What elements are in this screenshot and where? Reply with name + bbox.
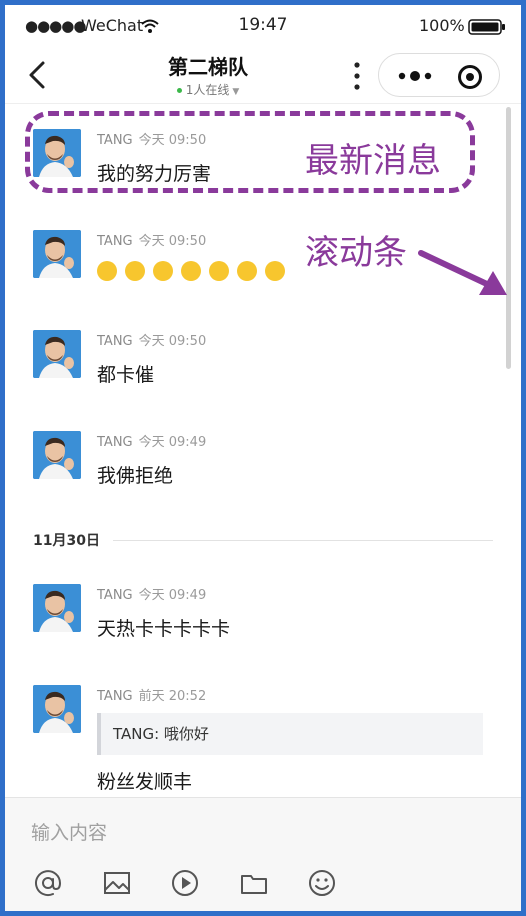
avatar[interactable]	[33, 431, 81, 479]
dropdown-caret-icon: ▼	[232, 87, 240, 97]
sender-name: TANG	[97, 588, 133, 603]
app-frame: ●●●●● WeChat 19:47 100% 第二梯队 1人在线 ▼ TANG…	[0, 0, 526, 916]
message-text: 粉丝发顺丰	[97, 771, 193, 793]
message-meta: TANG 今天 09:49	[97, 584, 206, 603]
online-dot-icon	[176, 88, 182, 93]
avatar[interactable]	[33, 330, 81, 378]
scrollbar-thumb[interactable]	[506, 107, 511, 369]
message-text: 天热卡卡卡卡卡	[97, 618, 231, 640]
sender-name: TANG	[97, 234, 133, 249]
battery-icon	[468, 19, 505, 35]
screaming-emoji-icon	[125, 260, 145, 281]
emoji-row	[97, 260, 293, 281]
message-text: 我佛拒绝	[97, 465, 174, 487]
chat-header: 第二梯队 1人在线 ▼	[5, 45, 521, 103]
battery-percent: 100%	[419, 16, 465, 35]
avatar[interactable]	[33, 685, 81, 733]
avatar[interactable]	[33, 230, 81, 278]
flushed-emoji-icon	[209, 260, 229, 281]
capsule-more-button[interactable]	[397, 66, 433, 86]
message-time: 今天 09:49	[138, 588, 207, 603]
avatar[interactable]	[33, 584, 81, 632]
more-options-button[interactable]	[351, 61, 363, 91]
message-time: 今天 09:49	[138, 435, 207, 450]
crying-emoji-icon	[153, 260, 173, 281]
play-icon[interactable]	[170, 868, 200, 898]
sender-name: TANG	[97, 334, 133, 349]
sender-name: TANG	[97, 435, 133, 450]
date-divider-line	[113, 540, 493, 541]
date-label: 11月30日	[33, 533, 100, 549]
miniprogram-capsule	[378, 53, 500, 97]
avatar-face-icon	[33, 685, 81, 733]
annotation-arrow-icon	[418, 250, 507, 295]
grinning-emoji-icon	[265, 260, 285, 281]
status-bar: ●●●●● WeChat 19:47 100%	[5, 5, 521, 45]
message-time: 今天 09:50	[138, 234, 207, 249]
message-meta: TANG 今天 09:50	[97, 330, 206, 349]
message-meta: TANG 今天 09:50	[97, 230, 206, 249]
quoted-message[interactable]: TANG: 哦你好	[97, 713, 483, 755]
capsule-close-button[interactable]	[457, 64, 483, 90]
folder-icon[interactable]	[239, 868, 269, 898]
emoji-icon[interactable]	[307, 868, 337, 898]
avatar-face-icon	[33, 230, 81, 278]
kiss-emoji-icon	[181, 260, 201, 281]
online-count: 1人在线	[185, 83, 230, 97]
date-divider: 11月30日	[5, 524, 521, 554]
message-time: 今天 09:50	[138, 334, 207, 349]
sender-name: TANG	[97, 689, 133, 704]
message-input[interactable]	[31, 818, 491, 848]
message-text: 都卡催	[97, 364, 155, 386]
avatar-face-icon	[33, 584, 81, 632]
laughing-tears-emoji-icon	[97, 260, 117, 281]
message-meta: TANG 前天 20:52	[97, 685, 206, 704]
input-area	[5, 797, 521, 911]
message-list[interactable]: TANG 今天 09:50 我的努力厉害 TANG 今天 09:50 TANG …	[5, 104, 521, 797]
image-icon[interactable]	[102, 868, 132, 898]
scrollbar-annotation: 滚动条	[305, 233, 407, 273]
message-meta: TANG 今天 09:49	[97, 431, 206, 450]
latest-message-annotation: 最新消息	[305, 141, 441, 181]
avatar-face-icon	[33, 330, 81, 378]
at-icon[interactable]	[33, 868, 63, 898]
unamused-emoji-icon	[237, 260, 257, 281]
message-time: 前天 20:52	[138, 689, 207, 704]
avatar-face-icon	[33, 431, 81, 479]
